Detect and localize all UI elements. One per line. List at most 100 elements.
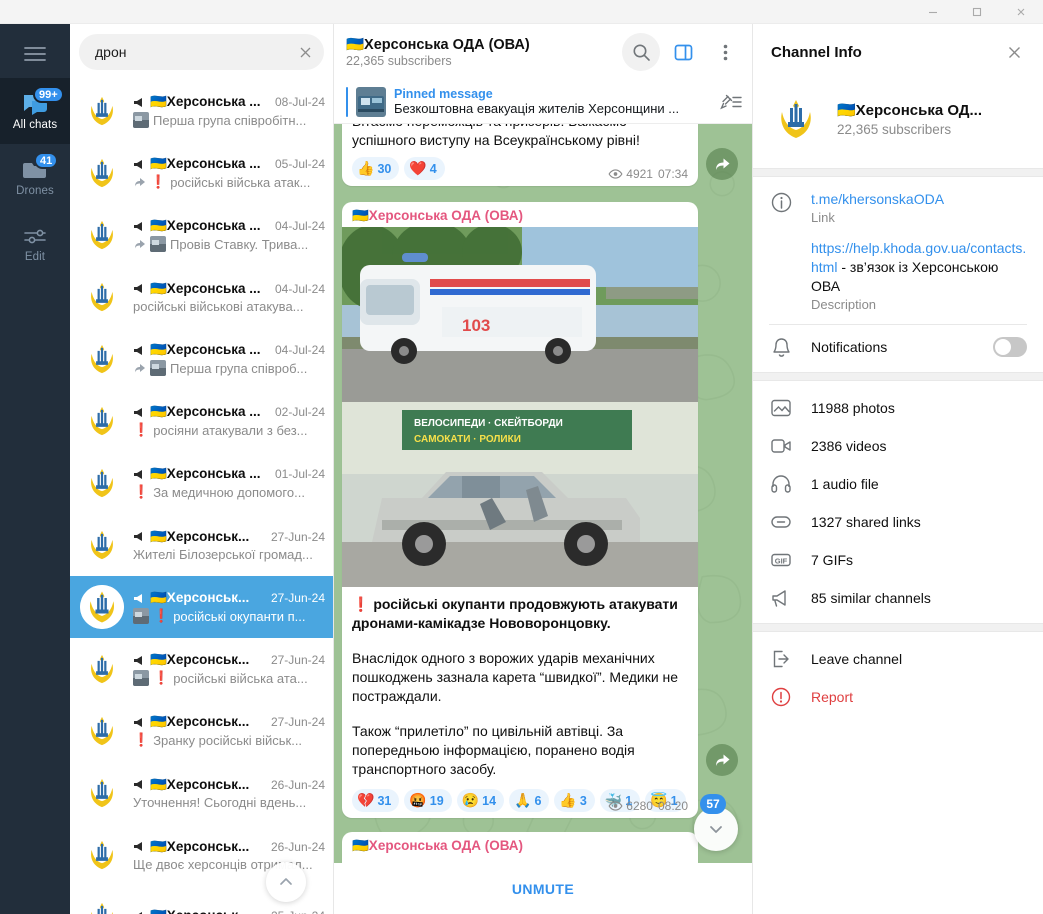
search-bar: дрон: [70, 24, 333, 80]
forward-arrow-icon[interactable]: [706, 744, 738, 776]
notifications-label: Notifications: [811, 338, 888, 355]
info-row-label: 11988 photos: [811, 400, 895, 416]
message-time: 08:20: [657, 799, 688, 813]
forward-arrow-icon[interactable]: [706, 148, 738, 180]
channel-link-value[interactable]: t.me/khersonskaODA: [811, 190, 1027, 209]
sidebar-panel-icon[interactable]: [664, 33, 702, 71]
chat-item-title: 🇺🇦Херсонська ...: [150, 156, 261, 171]
sidebar-item-all-chats[interactable]: 99+ All chats: [0, 78, 70, 144]
message-text: Вітаємо переможців та призерів! Бажаємо …: [352, 124, 640, 148]
avatar: [80, 399, 124, 443]
chat-item-title: 🇺🇦Херсонська ...: [150, 342, 261, 357]
message-photo-ambulance[interactable]: 103: [342, 227, 698, 402]
notifications-toggle[interactable]: [993, 336, 1027, 357]
chat-item-preview: росіяни атакували з без...: [153, 422, 308, 438]
chat-list-item[interactable]: 🇺🇦Херсонська ... 05-Jul-24 ❗ російські війс…: [70, 142, 333, 204]
close-button[interactable]: [999, 0, 1043, 24]
reaction-chip[interactable]: 👍 3: [554, 789, 595, 812]
info-row-photo[interactable]: 11988 photos: [753, 389, 1043, 427]
chat-list-item[interactable]: 🇺🇦Херсонська ... 04-Jul-24 російські війсь…: [70, 266, 333, 328]
channel-link-row[interactable]: t.me/khersonskaODA Link: [811, 190, 1027, 225]
megaphone-icon: [134, 532, 142, 541]
chat-list[interactable]: 🇺🇦Херсонська ... 08-Jul-24 Перша група спі…: [70, 80, 333, 914]
chat-list-column: дрон 🇺🇦Херсонська ... 08-Jul-24 Перша груп…: [70, 24, 334, 914]
message-bubble[interactable]: 🇺🇦Херсонська ОДА (ОВА) ❗ російські окупа…: [342, 832, 698, 863]
notifications-row[interactable]: Notifications: [753, 325, 1043, 372]
info-row-alert-circle[interactable]: Report: [753, 678, 1043, 716]
info-row-label: Report: [811, 689, 854, 705]
close-icon[interactable]: [995, 33, 1033, 71]
megaphone-icon: [134, 97, 142, 107]
pin-indicator: [346, 86, 348, 117]
maximize-button[interactable]: [955, 0, 999, 24]
avatar: [80, 461, 124, 505]
reaction-chip[interactable]: 💔 31: [352, 789, 400, 812]
chat-list-item-selected[interactable]: 🇺🇦Херсонськ... 27-Jun-24 ❗ російські окупан…: [70, 576, 333, 638]
avatar: [80, 833, 124, 877]
chat-list-item[interactable]: 🇺🇦Херсонськ... 27-Jun-24 Жителі Білозерськ…: [70, 514, 333, 576]
reaction-chip[interactable]: 👍 30: [352, 157, 400, 180]
chat-list-item[interactable]: 🇺🇦Херсонськ... 26-Jun-24 Уточнення! Сьогод…: [70, 762, 333, 824]
info-row-link[interactable]: 1327 shared links: [753, 503, 1043, 541]
channel-details: t.me/khersonskaODA Link https://help.kho…: [753, 177, 1043, 324]
minimize-button[interactable]: [911, 0, 955, 24]
chat-list-item[interactable]: 🇺🇦Херсонська ... 02-Jul-24 ❗ росіяни атакув…: [70, 390, 333, 452]
view-count: 6280: [608, 799, 653, 813]
message-meta: 4921 07:34: [608, 167, 688, 181]
hamburger-menu-icon[interactable]: [0, 30, 70, 78]
search-input[interactable]: дрон: [79, 34, 324, 70]
reaction-count: 14: [482, 793, 497, 808]
info-row-video[interactable]: 2386 videos: [753, 427, 1043, 465]
info-row-gif[interactable]: GIF 7 GIFs: [753, 541, 1043, 579]
chat-item-date: 08-Jul-24: [274, 95, 325, 109]
message-bubble[interactable]: 🇺🇦Херсонська ОДА (ОВА) 103 ВЕЛОСИПЕДИ · …: [342, 202, 698, 818]
reaction-count: 3: [579, 793, 587, 808]
eye-icon: [608, 801, 623, 811]
message-area[interactable]: Вітаємо переможців та призерів! Бажаємо …: [334, 124, 752, 863]
sidebar-item-edit[interactable]: Edit: [0, 210, 70, 276]
reaction-chip[interactable]: ❤️ 4: [404, 157, 445, 180]
chat-list-item[interactable]: 🇺🇦Херсонськ... 27-Jun-24 ❗ російські військ…: [70, 638, 333, 700]
unmute-bar[interactable]: UNMUTE: [334, 863, 752, 914]
pinned-message-bar[interactable]: Pinned message Безкоштовна евакуація жит…: [334, 80, 752, 124]
chat-list-item[interactable]: 🇺🇦Херсонськ... 27-Jun-24 ❗ Зранку російські…: [70, 700, 333, 762]
avatar: [80, 585, 124, 629]
unmute-button[interactable]: UNMUTE: [512, 881, 574, 897]
close-icon[interactable]: [292, 39, 318, 65]
info-row-headphones[interactable]: 1 audio file: [753, 465, 1043, 503]
info-circle-icon: [769, 190, 793, 314]
avatar[interactable]: [769, 92, 823, 146]
reaction-chip[interactable]: 🤬 19: [404, 789, 452, 812]
jump-to-bottom[interactable]: 57: [694, 794, 738, 851]
sidebar-label-edit: Edit: [24, 251, 46, 263]
sidebar-item-drones[interactable]: 41 Drones: [0, 144, 70, 210]
avatar: [80, 213, 124, 257]
info-row-megaphone[interactable]: 85 similar channels: [753, 579, 1043, 617]
channel-description-value: https://help.khoda.gov.ua/contacts.html …: [811, 239, 1027, 296]
chevron-up-icon[interactable]: [266, 862, 306, 902]
info-row-label: 1 audio file: [811, 476, 879, 492]
message-photo-damaged-car[interactable]: ВЕЛОСИПЕДИ · СКЕЙТБОРДИ САМОКАТИ · РОЛИК…: [342, 402, 698, 587]
info-row-label: Leave channel: [811, 651, 903, 667]
chat-list-item[interactable]: 🇺🇦Херсонська ... 08-Jul-24 Перша група спі…: [70, 80, 333, 142]
chat-list-item[interactable]: 🇺🇦Херсонська ... 04-Jul-24 Провів Ставку. …: [70, 204, 333, 266]
actions-list[interactable]: Leave channel Report: [753, 632, 1043, 722]
chat-list-item[interactable]: 🇺🇦Херсонська ... 01-Jul-24 ❗ За медичною до…: [70, 452, 333, 514]
gif-icon: GIF: [769, 549, 793, 571]
reaction-chip[interactable]: 🙏 6: [509, 789, 550, 812]
message-bubble[interactable]: Вітаємо переможців та призерів! Бажаємо …: [342, 124, 698, 186]
reaction-chip[interactable]: 😢 14: [456, 789, 505, 812]
subscriber-count: 22,365 subscribers: [346, 54, 452, 68]
megaphone-icon: [134, 780, 142, 789]
chat-item-preview: Уточнення! Сьогодні вдень...: [133, 794, 307, 810]
search-icon[interactable]: [622, 33, 660, 71]
more-vertical-icon[interactable]: [706, 33, 744, 71]
svg-text:ВЕЛОСИПЕДИ · СКЕЙТБОРДИ: ВЕЛОСИПЕДИ · СКЕЙТБОРДИ: [414, 416, 563, 429]
chat-list-item[interactable]: 🇺🇦Херсонська ... 04-Jul-24 Перша група спі…: [70, 328, 333, 390]
media-list[interactable]: 11988 photos 2386 videos 1 audio file 1327 …: [753, 381, 1043, 623]
pin-list-icon[interactable]: [720, 93, 742, 111]
info-row-logout[interactable]: Leave channel: [753, 640, 1043, 678]
chat-item-date: 05-Jul-24: [274, 157, 325, 171]
megaphone-icon: [134, 717, 142, 727]
chat-item-title: 🇺🇦Херсонськ...: [150, 528, 250, 544]
